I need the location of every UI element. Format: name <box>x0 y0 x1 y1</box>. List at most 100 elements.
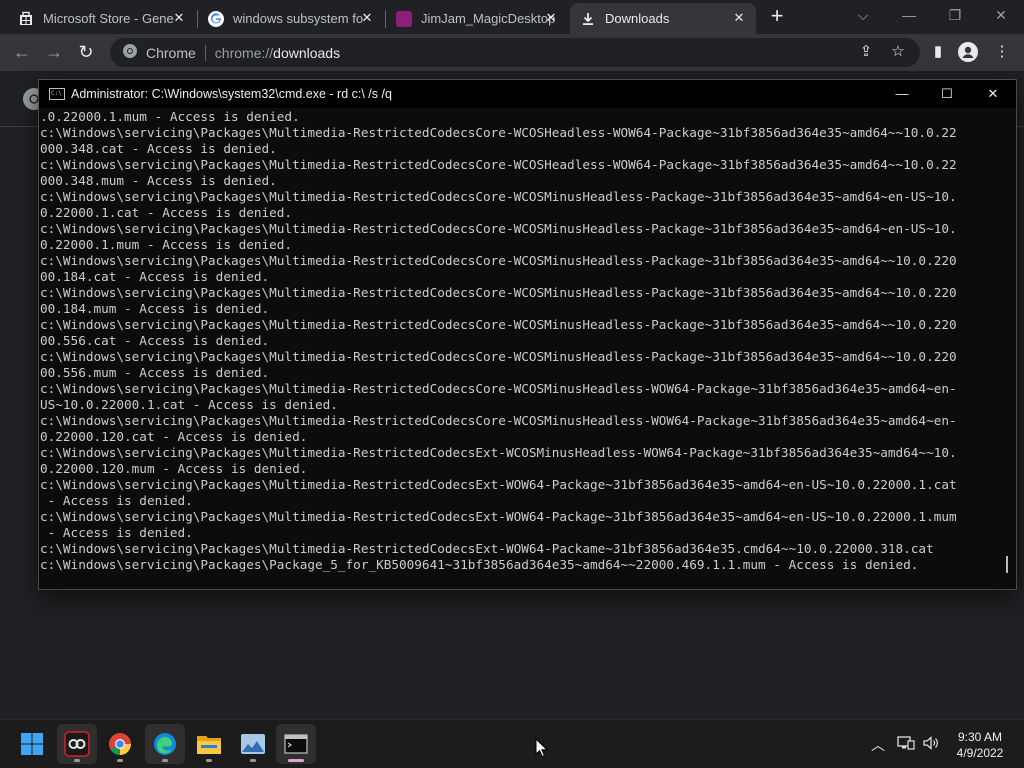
console-line: .0.22000.1.mum - Access is denied. <box>40 109 300 124</box>
tab-strip: Microsoft Store - Gene ✕ windows subsyst… <box>0 0 1024 34</box>
file-explorer-button[interactable] <box>189 724 229 764</box>
running-indicator <box>250 759 256 762</box>
console-line: - Access is denied. <box>40 525 193 540</box>
start-button[interactable] <box>12 724 52 764</box>
menu-kebab-icon[interactable]: ⋮ <box>992 42 1012 62</box>
console-line: 0.22000.120.cat - Access is denied. <box>40 429 308 444</box>
profile-icon[interactable] <box>958 42 978 62</box>
console-line: c:\Windows\servicing\Packages\Multimedia… <box>40 381 957 396</box>
cmd-title-bar[interactable]: C:\ Administrator: C:\Windows\system32\c… <box>39 80 1016 108</box>
chrome-button[interactable] <box>100 724 140 764</box>
console-line: 00.556.mum - Access is denied. <box>40 365 270 380</box>
tab-windows-subsystem[interactable]: windows subsystem fo ✕ <box>198 3 384 34</box>
console-line: 00.184.cat - Access is denied. <box>40 269 270 284</box>
cmd-title: Administrator: C:\Windows\system32\cmd.e… <box>71 87 392 101</box>
system-clock[interactable]: 9:30 AM 4/9/2022 <box>946 729 1014 761</box>
console-line: c:\Windows\servicing\Packages\Multimedia… <box>40 541 934 556</box>
tab-downloads[interactable]: Downloads ✕ <box>570 3 756 34</box>
console-line: 000.348.mum - Access is denied. <box>40 173 277 188</box>
forward-button[interactable]: → <box>42 40 66 64</box>
url-scheme: chrome:// <box>214 44 274 61</box>
console-line: c:\Windows\servicing\Packages\Multimedia… <box>40 285 957 300</box>
console-line: c:\Windows\servicing\Packages\Multimedia… <box>40 125 957 140</box>
running-indicator <box>117 759 123 762</box>
taskbar: ︿ 9:30 AM 4/9/2022 <box>0 719 1024 768</box>
tab-search-icon[interactable]: ⌵ <box>840 0 886 30</box>
photos-button[interactable] <box>233 724 273 764</box>
minimize-button[interactable]: — <box>886 0 932 30</box>
console-line: US~10.0.22000.1.cat - Access is denied. <box>40 397 338 412</box>
console-line: c:\Windows\servicing\Packages\Multimedia… <box>40 317 957 332</box>
console-line: c:\Windows\servicing\Packages\Multimedia… <box>40 413 957 428</box>
chevron-up-icon[interactable]: ︿ <box>868 735 888 755</box>
running-indicator <box>206 759 212 762</box>
tab-jimjam[interactable]: JimJam_MagicDesktop ✕ <box>386 3 568 34</box>
close-icon[interactable]: ✕ <box>543 10 559 26</box>
chrome-logo-icon <box>122 43 138 62</box>
close-window-button[interactable]: ✕ <box>978 0 1024 30</box>
tab-label: JimJam_MagicDesktop <box>421 11 556 26</box>
active-indicator <box>288 759 304 762</box>
cmd-close-button[interactable]: ✕ <box>970 80 1016 108</box>
photos-icon <box>241 734 265 754</box>
omnibox-divider <box>204 44 206 61</box>
volume-icon[interactable] <box>921 735 941 754</box>
clock-date: 4/9/2022 <box>956 746 1004 760</box>
cmd-maximize-button[interactable]: ☐ <box>924 80 970 108</box>
console-line: c:\Windows\servicing\Packages\Multimedia… <box>40 253 957 268</box>
console-line: 00.184.mum - Access is denied. <box>40 301 270 316</box>
console-line: c:\Windows\servicing\Packages\Multimedia… <box>40 445 957 460</box>
mouse-cursor-icon <box>535 738 549 758</box>
url-host: downloads <box>273 44 341 61</box>
creative-cloud-button[interactable] <box>57 724 97 764</box>
file-explorer-icon <box>197 736 221 754</box>
console-line: c:\Windows\servicing\Packages\Multimedia… <box>40 157 957 172</box>
console-output[interactable]: .0.22000.1.mum - Access is denied. c:\Win… <box>40 109 1000 579</box>
console-line: c:\Windows\servicing\Packages\Multimedia… <box>40 477 957 492</box>
clock-time: 9:30 AM <box>957 730 1003 744</box>
store-icon <box>18 11 34 27</box>
restore-button[interactable]: ❐ <box>932 0 978 30</box>
terminal-icon <box>284 734 308 754</box>
console-line: c:\Windows\servicing\Packages\Multimedia… <box>40 349 957 364</box>
creative-cloud-icon <box>64 731 90 757</box>
reload-button[interactable]: ↻ <box>74 40 98 64</box>
close-icon[interactable]: ✕ <box>731 10 747 26</box>
console-line: c:\Windows\servicing\Packages\Multimedia… <box>40 189 957 204</box>
jimjam-icon <box>396 10 412 27</box>
back-button[interactable]: ← <box>10 40 34 64</box>
close-icon[interactable]: ✕ <box>171 10 187 26</box>
console-line: 00.556.cat - Access is denied. <box>40 333 270 348</box>
console-line: 0.22000.1.mum - Access is denied. <box>40 237 293 252</box>
google-icon <box>208 10 224 27</box>
console-line: - Access is denied. <box>40 493 193 508</box>
site-label: Chrome <box>146 44 196 61</box>
network-icon[interactable] <box>896 735 916 754</box>
cmd-minimize-button[interactable]: — <box>879 80 925 108</box>
start-icon <box>21 733 43 755</box>
tab-label: Microsoft Store - Gene <box>43 11 174 26</box>
tab-label: windows subsystem fo <box>233 11 364 26</box>
cmd-icon: C:\ <box>49 88 65 100</box>
console-lines: .0.22000.1.mum - Access is denied. c:\Win… <box>40 109 1000 573</box>
bookmark-star-icon[interactable]: ☆ <box>888 42 908 62</box>
console-line: 0.22000.1.cat - Access is denied. <box>40 205 293 220</box>
side-panel-icon[interactable]: ▮ <box>928 42 948 62</box>
edge-button[interactable] <box>145 724 185 764</box>
browser-toolbar: ← → ↻ Chrome chrome:// downloads ⇪ ☆ ▮ ⋮ <box>0 34 1024 71</box>
share-icon[interactable]: ⇪ <box>856 42 876 62</box>
chrome-icon <box>109 733 131 755</box>
console-line: c:\Windows\servicing\Packages\Multimedia… <box>40 509 957 524</box>
running-indicator <box>74 759 80 762</box>
running-indicator <box>162 759 168 762</box>
close-icon[interactable]: ✕ <box>359 10 375 26</box>
address-bar[interactable]: Chrome chrome:// downloads <box>110 38 920 67</box>
scrollbar-thumb[interactable] <box>1006 556 1008 573</box>
console-line: c:\Windows\servicing\Packages\Multimedia… <box>40 221 957 236</box>
tab-label: Downloads <box>605 11 670 26</box>
tab-microsoft-store[interactable]: Microsoft Store - Gene ✕ <box>8 3 196 34</box>
new-tab-button[interactable]: + <box>766 5 788 28</box>
edge-icon <box>154 733 176 755</box>
cmd-window[interactable]: C:\ Administrator: C:\Windows\system32\c… <box>38 79 1017 590</box>
terminal-button[interactable] <box>276 724 316 764</box>
